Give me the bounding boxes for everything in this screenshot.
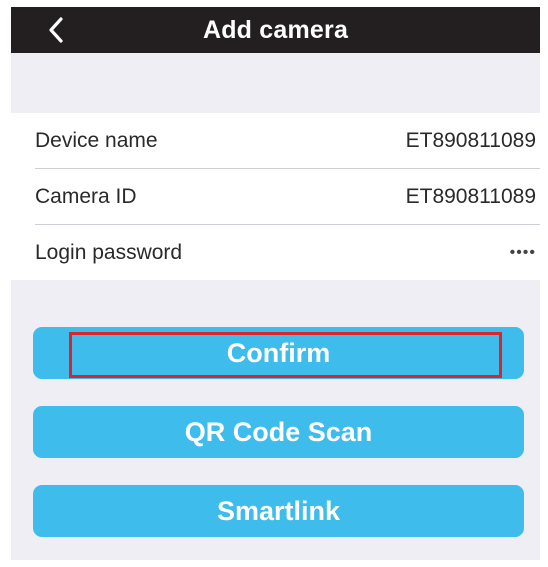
device-name-value[interactable]: ET890811089 — [406, 113, 536, 168]
camera-id-label: Camera ID — [35, 185, 137, 208]
login-password-value[interactable]: •••• — [510, 225, 536, 280]
qr-code-scan-button[interactable]: QR Code Scan — [33, 406, 524, 458]
login-password-row[interactable]: Login password •••• — [11, 225, 540, 280]
confirm-button[interactable]: Confirm — [33, 327, 524, 379]
title-bar: Add camera — [11, 7, 540, 53]
app-screen: Add camera Device name ET890811089 Camer… — [11, 7, 540, 560]
camera-id-row[interactable]: Camera ID ET890811089 — [11, 169, 540, 224]
camera-form: Device name ET890811089 Camera ID ET8908… — [11, 113, 540, 280]
camera-id-value[interactable]: ET890811089 — [406, 169, 536, 224]
smartlink-button[interactable]: Smartlink — [33, 485, 524, 537]
login-password-label: Login password — [35, 241, 183, 264]
device-name-label: Device name — [35, 129, 158, 152]
page-title: Add camera — [202, 16, 349, 44]
device-name-row[interactable]: Device name ET890811089 — [11, 113, 540, 168]
